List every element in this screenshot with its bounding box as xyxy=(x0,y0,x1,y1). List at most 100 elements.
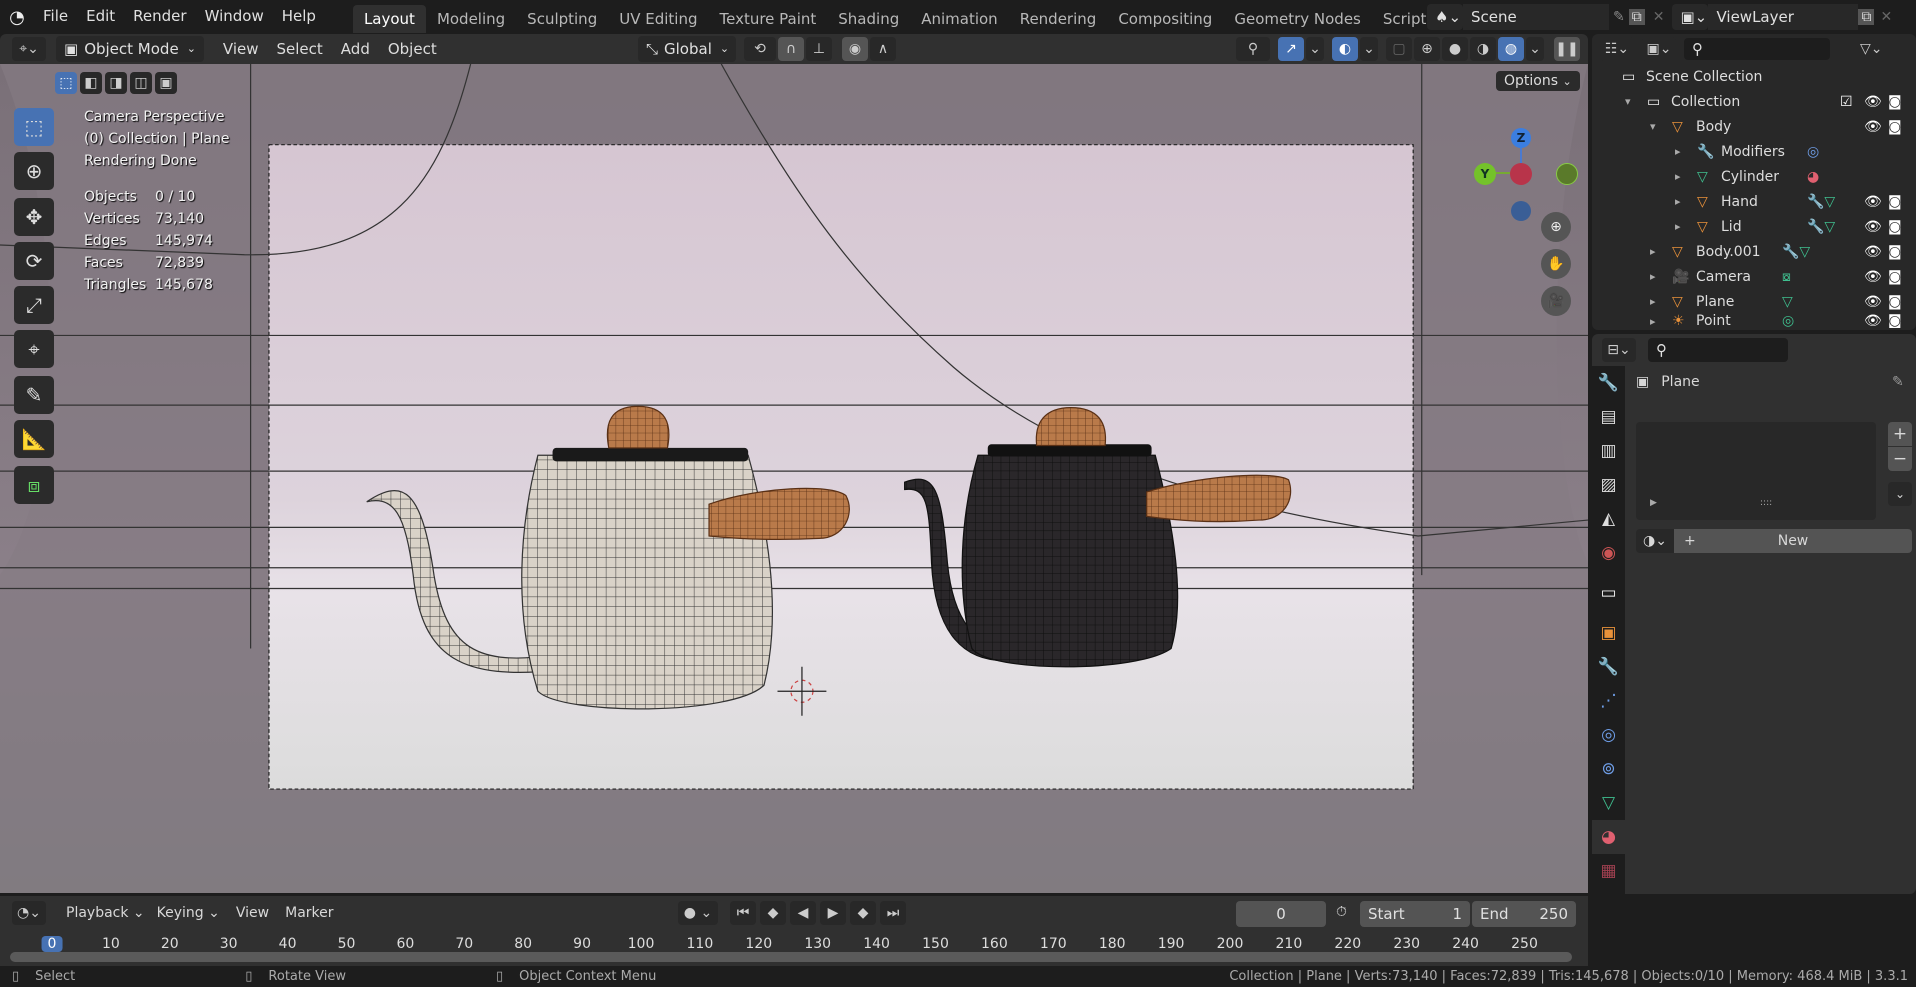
menu-object[interactable]: Object xyxy=(379,34,446,64)
solid-shading-icon[interactable]: ● xyxy=(1442,37,1468,61)
gizmo-y-axis[interactable]: Y xyxy=(1474,163,1496,185)
menu-view[interactable]: View xyxy=(214,34,268,64)
view-layer-name-field[interactable]: ViewLayer xyxy=(1708,4,1859,30)
overlays-toggle-icon[interactable]: ◐ xyxy=(1332,37,1358,61)
eye-icon[interactable]: 👁 xyxy=(1864,219,1882,235)
exclude-checkbox[interactable]: ☑ xyxy=(1840,94,1853,110)
menu-file[interactable]: File xyxy=(34,0,77,34)
outliner-item[interactable]: ▸ ▽ Lid 🔧▽ 👁 ◙ xyxy=(1592,214,1916,239)
data-icon[interactable]: ◎ xyxy=(1807,144,1819,160)
scene-tab-icon[interactable]: ◭ xyxy=(1592,502,1625,536)
data-icon[interactable]: 🔧▽ xyxy=(1807,194,1835,210)
data-icon[interactable]: 🔧▽ xyxy=(1782,244,1810,260)
overlays-dropdown-icon[interactable]: ⌄ xyxy=(1360,37,1378,61)
expand-arrow-icon[interactable]: ▸ xyxy=(1675,145,1681,158)
new-scene-icon[interactable]: ⧉ xyxy=(1628,9,1645,25)
material-tab-icon[interactable]: ◕ xyxy=(1592,820,1625,854)
eye-icon[interactable]: 👁 xyxy=(1864,94,1882,110)
timeline-scrollbar[interactable] xyxy=(10,952,1572,962)
rendered-shading-icon[interactable]: ◍ xyxy=(1498,37,1524,61)
data-icon[interactable]: ⧇ xyxy=(1782,269,1791,285)
camera-render-icon[interactable]: ◙ xyxy=(1888,194,1902,210)
data-icon[interactable]: ◎ xyxy=(1782,314,1794,328)
blender-logo-icon[interactable]: ◔ xyxy=(0,7,34,28)
outliner-item[interactable]: ▸ ▽ Body.001 🔧▽ 👁 ◙ xyxy=(1592,239,1916,264)
expand-arrow-icon[interactable]: ▾ xyxy=(1650,120,1656,133)
eye-icon[interactable]: 👁 xyxy=(1864,314,1882,328)
tab-animation[interactable]: Animation xyxy=(910,5,1008,33)
expand-arrow-icon[interactable]: ▸ xyxy=(1650,270,1656,283)
orientation-dropdown[interactable]: ⤡ Global ⌄ xyxy=(638,36,736,62)
camera-render-icon[interactable]: ◙ xyxy=(1888,119,1902,135)
menu-add[interactable]: Add xyxy=(332,34,379,64)
tab-texture-paint[interactable]: Texture Paint xyxy=(708,5,827,33)
tab-modeling[interactable]: Modeling xyxy=(426,5,516,33)
mode-dropdown[interactable]: ▣ Object Mode ⌄ xyxy=(56,36,204,62)
proportional-edit-icon[interactable]: ◉ xyxy=(842,37,868,61)
menu-window[interactable]: Window xyxy=(196,0,273,34)
expand-arrow-icon[interactable]: ▸ xyxy=(1650,295,1656,308)
outliner-item[interactable]: ▸ ▽ Hand 🔧▽ 👁 ◙ xyxy=(1592,189,1916,214)
menu-select[interactable]: Select xyxy=(268,34,332,64)
3d-viewport[interactable]: ⬚ ◧ ◨ ◫ ▣ ⬚ ⊕ ✥ ⟳ ⤢ ⌖ ✎ 📐 ⧈ Camera Persp… xyxy=(0,64,1588,893)
select-invert-icon[interactable]: ◫ xyxy=(130,72,152,94)
physics-tab-icon[interactable]: ◎ xyxy=(1592,718,1625,752)
outliner-root[interactable]: ▭ Scene Collection xyxy=(1592,64,1916,89)
new-material-button[interactable]: + New xyxy=(1674,529,1912,553)
view-layer-type-icon[interactable]: ▣⌄ xyxy=(1672,4,1709,30)
particles-tab-icon[interactable]: ⋰ xyxy=(1592,684,1625,718)
delete-view-layer-icon[interactable]: ✕ xyxy=(1880,9,1892,25)
camera-view-icon[interactable]: 🎥 xyxy=(1541,286,1571,316)
tab-geometry-nodes[interactable]: Geometry Nodes xyxy=(1223,5,1372,33)
outliner-search-input[interactable]: ⚲ xyxy=(1684,38,1830,60)
data-icon[interactable]: 🔧▽ xyxy=(1807,219,1835,235)
navigation-gizmo[interactable]: Z Y xyxy=(1470,108,1580,228)
collection-tab-icon[interactable]: ▭ xyxy=(1592,576,1625,610)
delete-scene-icon[interactable]: ✕ xyxy=(1653,9,1665,25)
select-box-tool-icon[interactable]: ⬚ xyxy=(14,108,54,146)
gizmo-z-axis[interactable]: Z xyxy=(1511,128,1531,148)
pivot-icon[interactable]: ⟲ xyxy=(744,37,776,61)
expand-icon[interactable]: ▶ xyxy=(1650,498,1657,508)
camera-render-icon[interactable]: ◙ xyxy=(1888,219,1902,235)
outliner-item[interactable]: ▸ 🔧 Modifiers ◎ xyxy=(1592,139,1916,164)
gizmo-x-axis[interactable] xyxy=(1510,163,1532,185)
select-subtract-icon[interactable]: ◨ xyxy=(105,72,127,94)
outliner-item[interactable]: ▸ 🎥 Camera ⧇ 👁 ◙ xyxy=(1592,264,1916,289)
material-slot-list[interactable]: ▶ :::: xyxy=(1636,422,1876,520)
shading-dropdown-icon[interactable]: ⌄ xyxy=(1526,37,1544,61)
scene-name-field[interactable]: Scene xyxy=(1463,4,1609,30)
output-tab-icon[interactable]: ▥ xyxy=(1592,434,1625,468)
menu-render[interactable]: Render xyxy=(124,0,195,34)
outliner-item[interactable]: ▾ ▽ Body 👁 ◙ xyxy=(1592,114,1916,139)
add-material-slot-button[interactable]: + xyxy=(1888,422,1912,446)
new-view-layer-icon[interactable]: ⧉ xyxy=(1858,9,1875,25)
wireframe-shading-icon[interactable]: ⊕ xyxy=(1414,37,1440,61)
filter-icon[interactable]: ▽⌄ xyxy=(1860,41,1883,57)
scale-tool-icon[interactable]: ⤢ xyxy=(14,286,54,324)
outliner-item[interactable]: ▾ ▭ Collection ☑ 👁 ◙ xyxy=(1592,89,1916,114)
data-icon[interactable]: ◕ xyxy=(1807,169,1819,185)
cursor-tool-icon[interactable]: ⊕ xyxy=(14,152,54,190)
outliner-display-mode-icon[interactable]: ☷⌄ xyxy=(1600,37,1634,61)
render-tab-icon[interactable]: ▤ xyxy=(1592,400,1625,434)
resize-handle-icon[interactable]: :::: xyxy=(1760,498,1772,508)
tab-rendering[interactable]: Rendering xyxy=(1009,5,1108,33)
material-shading-icon[interactable]: ◑ xyxy=(1470,37,1496,61)
texture-tab-icon[interactable]: ▦ xyxy=(1592,854,1625,888)
select-extend-icon[interactable]: ◧ xyxy=(80,72,102,94)
transform-tool-icon[interactable]: ⌖ xyxy=(14,330,54,368)
properties-search-input[interactable]: ⚲ xyxy=(1648,338,1788,362)
rotate-tool-icon[interactable]: ⟳ xyxy=(14,242,54,280)
camera-render-icon[interactable]: ◙ xyxy=(1888,314,1902,328)
tab-compositing[interactable]: Compositing xyxy=(1107,5,1223,33)
menu-help[interactable]: Help xyxy=(273,0,325,34)
gizmo-dropdown-icon[interactable]: ⌄ xyxy=(1306,37,1324,61)
eye-icon[interactable]: 👁 xyxy=(1864,269,1882,285)
object-tab-icon[interactable]: ▣ xyxy=(1592,616,1625,650)
tool-tab-icon[interactable]: 🔧 xyxy=(1592,366,1625,400)
select-intersect-icon[interactable]: ▣ xyxy=(155,72,177,94)
data-icon[interactable]: ▽ xyxy=(1782,294,1793,310)
measure-tool-icon[interactable]: 📐 xyxy=(14,420,54,458)
properties-editor-type-icon[interactable]: ⊟⌄ xyxy=(1602,338,1636,362)
